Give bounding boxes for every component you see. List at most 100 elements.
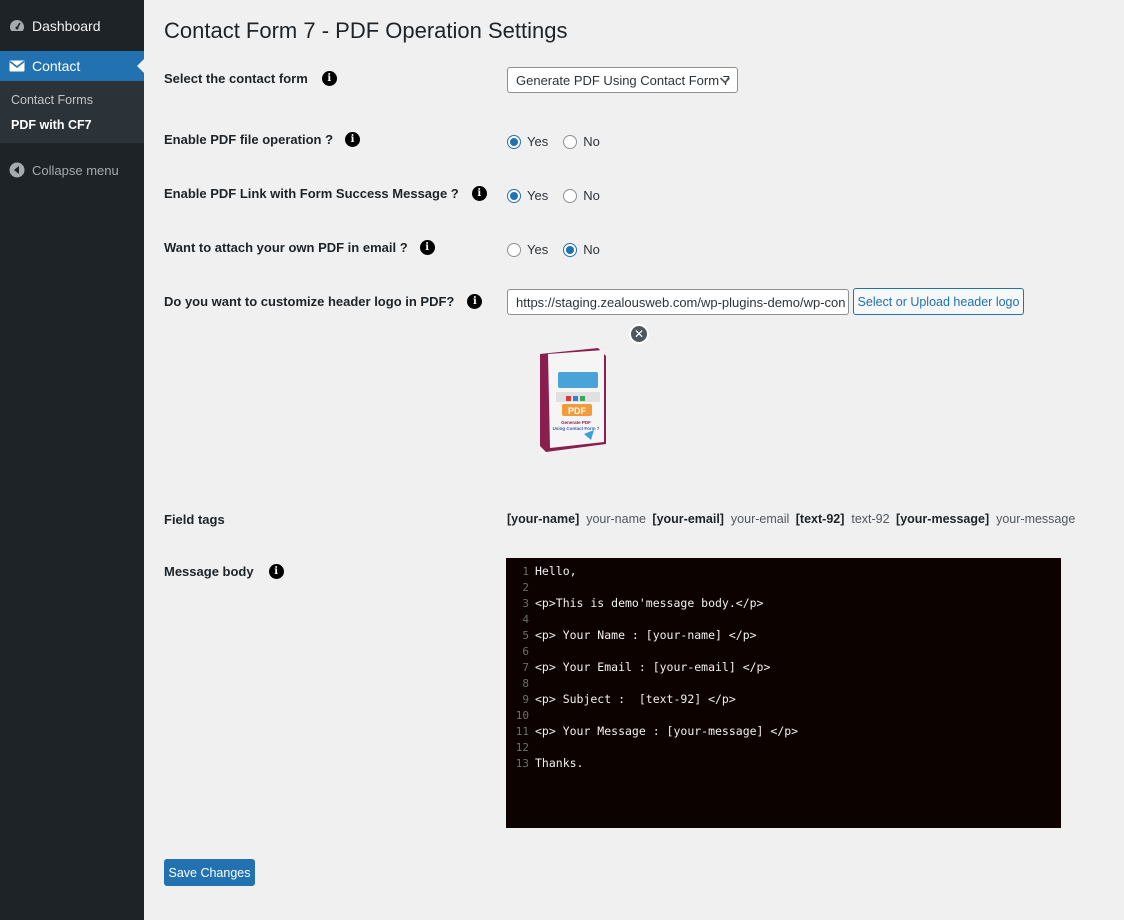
- menu-contact[interactable]: Contact: [0, 51, 144, 81]
- field-tag-name: your-email: [730, 512, 790, 526]
- enable-pdf-radio-group: Yes No: [507, 134, 615, 149]
- field-tags-label: Field tags: [164, 512, 225, 527]
- field-tags-list: [your-name] your-name [your-email] your-…: [507, 512, 1078, 526]
- line-number: 7: [522, 660, 529, 674]
- field-tag-code: [text-92]: [795, 512, 845, 526]
- header-logo-label: Do you want to customize header logo in …: [164, 294, 455, 309]
- code-text: <p> Subject : [text-92] </p>: [535, 692, 736, 706]
- dashboard-icon: [10, 20, 24, 31]
- line-number: 1: [522, 564, 529, 578]
- line-number: 13: [515, 756, 529, 770]
- code-line: 6: [506, 643, 1061, 659]
- logo-preview-badge: PDF: [568, 406, 587, 416]
- upload-header-logo-button[interactable]: Select or Upload header logo: [853, 288, 1024, 315]
- line-number: 12: [515, 740, 529, 754]
- field-tag-name: text-92: [851, 512, 890, 526]
- line-number: 9: [522, 692, 529, 706]
- enable-link-yes-radio[interactable]: [507, 188, 521, 203]
- enable-pdf-label: Enable PDF file operation ?: [164, 132, 334, 147]
- logo-preview-title-line1: Generate PDF: [561, 420, 591, 425]
- contact-form-select-value: Generate PDF Using Contact Form 7: [516, 72, 730, 88]
- contact-submenu: Contact Forms PDF with CF7: [0, 81, 144, 143]
- line-number: 8: [522, 676, 529, 690]
- menu-dashboard-label: Dashboard: [32, 18, 101, 34]
- contact-form-select[interactable]: Generate PDF Using Contact Form 7: [507, 67, 738, 93]
- collapse-menu-button[interactable]: Collapse menu: [0, 158, 144, 182]
- field-tag-code: [your-name]: [507, 512, 580, 526]
- code-line: 8: [506, 675, 1061, 691]
- enable-link-no-label[interactable]: No: [583, 188, 600, 203]
- code-text: <p>This is demo'message body.</p>: [535, 596, 764, 610]
- menu-dashboard[interactable]: Dashboard: [0, 12, 144, 40]
- remove-logo-icon[interactable]: ✕: [629, 324, 649, 344]
- code-line: 7 <p> Your Email : [your-email] </p>: [506, 659, 1061, 675]
- header-logo-preview-image: PDF Generate PDF Using Contact Form 7: [540, 348, 606, 452]
- enable-link-yes-label[interactable]: Yes: [527, 188, 548, 203]
- attach-own-no-radio[interactable]: [563, 242, 578, 257]
- select-form-label: Select the contact form: [164, 71, 308, 86]
- info-icon[interactable]: i: [345, 132, 361, 147]
- chevron-down-icon: [719, 72, 731, 91]
- header-logo-row-label: Do you want to customize header logo in …: [164, 294, 483, 309]
- code-line: 11 <p> Your Message : [your-message] </p>: [506, 723, 1061, 739]
- attach-own-radio-group: Yes No: [507, 242, 615, 257]
- code-line: 13 Thanks.: [506, 755, 1061, 771]
- enable-link-row-label: Enable PDF Link with Form Success Messag…: [164, 186, 487, 201]
- field-tag-code: [your-message]: [896, 512, 990, 526]
- field-tag-code: [your-email]: [652, 512, 724, 526]
- attach-own-yes-label[interactable]: Yes: [527, 242, 548, 257]
- line-number: 10: [515, 708, 529, 722]
- line-number: 4: [522, 612, 529, 626]
- line-number: 2: [522, 580, 529, 594]
- mail-icon: [9, 60, 25, 72]
- code-text: Thanks.: [535, 756, 584, 770]
- submenu-pdf-with-cf7[interactable]: PDF with CF7: [11, 118, 92, 132]
- attach-own-row-label: Want to attach your own PDF in email ? i: [164, 240, 435, 255]
- enable-pdf-yes-radio[interactable]: [507, 134, 521, 149]
- info-icon[interactable]: i: [467, 294, 483, 309]
- enable-pdf-row-label: Enable PDF file operation ? i: [164, 132, 361, 147]
- select-form-row-label: Select the contact form i: [164, 71, 337, 86]
- enable-pdf-no-radio[interactable]: [563, 134, 578, 149]
- collapse-menu-label: Collapse menu: [32, 162, 119, 178]
- header-logo-url-input[interactable]: https://staging.zealousweb.com/wp-plugin…: [507, 289, 849, 315]
- info-icon[interactable]: i: [419, 240, 435, 255]
- page-title: Contact Form 7 - PDF Operation Settings: [164, 18, 568, 43]
- collapse-arrow-icon: [9, 162, 25, 178]
- enable-link-no-radio[interactable]: [563, 188, 578, 203]
- info-icon[interactable]: i: [321, 71, 337, 86]
- enable-link-label: Enable PDF Link with Form Success Messag…: [164, 186, 459, 201]
- field-tags-row-label: Field tags: [164, 512, 225, 527]
- menu-contact-label: Contact: [32, 58, 81, 74]
- code-line: 10: [506, 707, 1061, 723]
- attach-own-label: Want to attach your own PDF in email ?: [164, 240, 408, 255]
- main-content: Contact Form 7 - PDF Operation Settings …: [144, 0, 1124, 920]
- line-number: 6: [522, 644, 529, 658]
- code-text: <p> Your Email : [your-email] </p>: [535, 660, 771, 674]
- enable-pdf-no-label[interactable]: No: [583, 134, 600, 149]
- code-line: 2: [506, 579, 1061, 595]
- code-text: <p> Your Message : [your-message] </p>: [535, 724, 799, 738]
- message-body-label: Message body: [164, 564, 254, 579]
- save-changes-button[interactable]: Save Changes: [164, 859, 255, 886]
- info-icon[interactable]: i: [471, 186, 487, 201]
- code-line: 4: [506, 611, 1061, 627]
- code-line: 3 <p>This is demo'message body.</p>: [506, 595, 1061, 611]
- code-line: 1 Hello,: [506, 563, 1061, 579]
- header-logo-url-value: https://staging.zealousweb.com/wp-plugin…: [516, 294, 846, 310]
- enable-link-radio-group: Yes No: [507, 188, 615, 203]
- attach-own-no-label[interactable]: No: [583, 242, 600, 257]
- code-text: <p> Your Name : [your-name] </p>: [535, 628, 757, 642]
- line-number: 11: [515, 724, 529, 738]
- info-icon[interactable]: i: [268, 564, 284, 579]
- message-body-editor[interactable]: 1 Hello, 2 3 <p>This is demo'message body.</…: [506, 558, 1061, 828]
- enable-pdf-yes-label[interactable]: Yes: [527, 134, 548, 149]
- line-number: 5: [522, 628, 529, 642]
- submenu-contact-forms[interactable]: Contact Forms: [11, 93, 93, 107]
- field-tag-name: your-name: [586, 512, 646, 526]
- code-line: 9 <p> Subject : [text-92] </p>: [506, 691, 1061, 707]
- message-body-row-label: Message body i: [164, 564, 284, 579]
- field-tag-name: your-message: [996, 512, 1076, 526]
- attach-own-yes-radio[interactable]: [507, 242, 521, 257]
- logo-preview-title-line2: Using Contact Form 7: [553, 426, 600, 431]
